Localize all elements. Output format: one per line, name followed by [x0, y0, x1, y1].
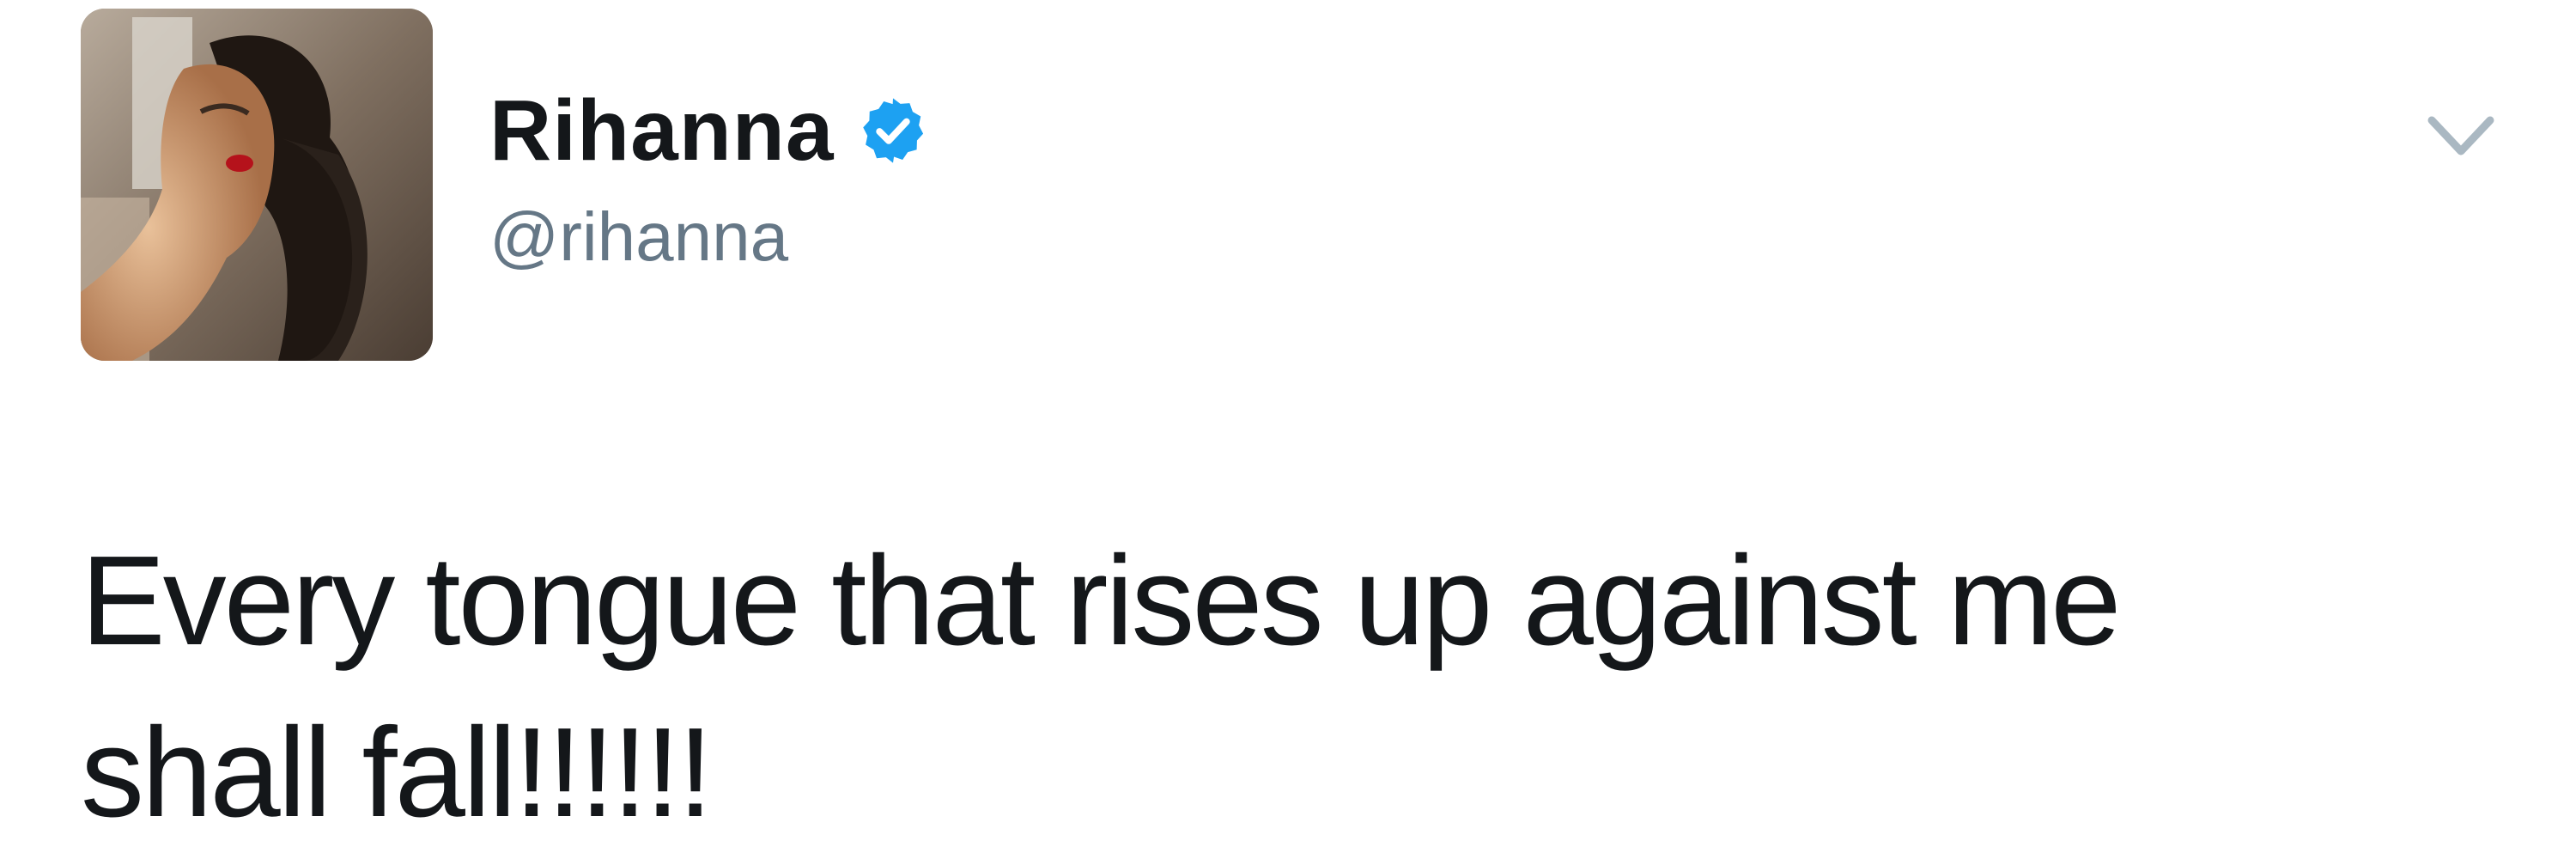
avatar[interactable]: [81, 9, 433, 361]
author-handle[interactable]: @rihanna: [489, 203, 788, 271]
display-name[interactable]: Rihanna: [489, 88, 834, 174]
chevron-down-icon[interactable]: [2420, 103, 2502, 172]
verified-badge-icon: [856, 94, 930, 168]
avatar-photo: [81, 9, 433, 361]
tweet-card: Rihanna @rihanna Every tongue that rises…: [0, 0, 2576, 859]
tweet-text: Every tongue that rises up against me sh…: [81, 515, 2502, 859]
tweet-text-line: shall fall!!!!!!: [81, 702, 713, 844]
author-name-row: Rihanna: [489, 79, 930, 182]
tweet-text-line: Every tongue that rises up against me: [81, 530, 2122, 672]
